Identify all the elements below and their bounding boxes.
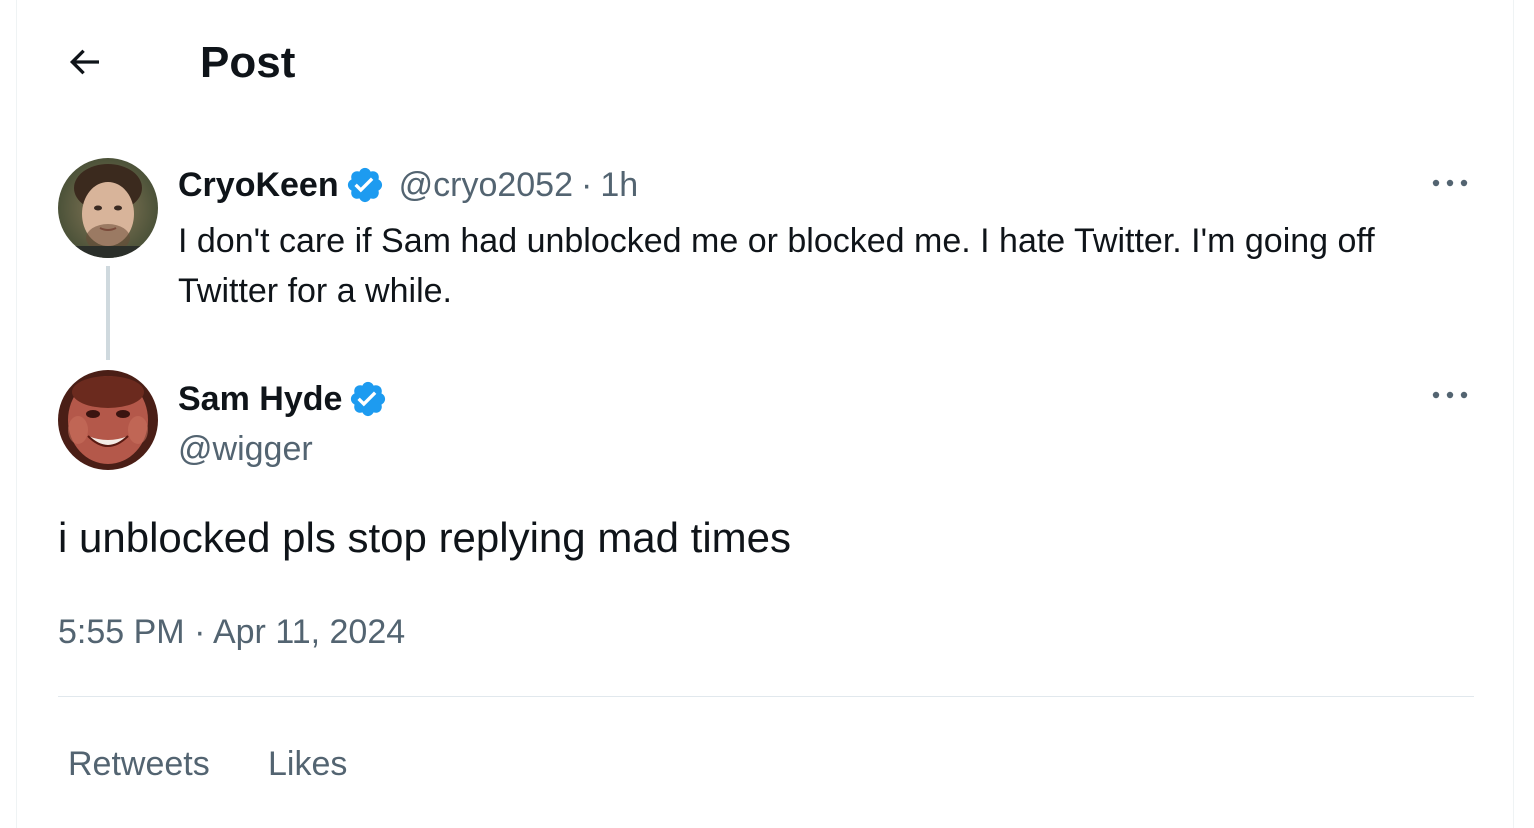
parent-post-text: I don't care if Sam had unblocked me or … [178, 222, 1375, 310]
main-post-handle-row: @wigger [178, 424, 313, 474]
display-name[interactable]: CryoKeen [178, 166, 339, 205]
user-handle[interactable]: @wigger [178, 430, 313, 469]
display-name[interactable]: Sam Hyde [178, 380, 342, 419]
divider [58, 696, 1474, 697]
avatar[interactable] [58, 370, 158, 470]
back-arrow-icon [69, 49, 99, 75]
back-button[interactable] [56, 36, 112, 88]
tab-likes[interactable]: Likes [268, 740, 347, 788]
verified-badge-icon[interactable] [348, 379, 388, 419]
post-timestamp[interactable]: 5:55 PM · Apr 11, 2024 [58, 608, 405, 656]
post-time[interactable]: 1h [600, 166, 638, 205]
thread-line [106, 266, 110, 360]
avatar[interactable] [58, 158, 158, 258]
main-post-text: i unblocked pls stop replying mad times [58, 514, 792, 561]
separator-dot: · [581, 165, 593, 204]
tab-retweets[interactable]: Retweets [68, 740, 210, 788]
avatar-cryokeen-image [58, 158, 158, 258]
main-post-header: Sam Hyde [178, 374, 388, 424]
user-handle[interactable]: @cryo2052 [399, 166, 573, 205]
avatar-samhyde-image [58, 370, 158, 470]
more-options-button[interactable] [1428, 380, 1472, 410]
more-options-button[interactable] [1428, 168, 1472, 198]
more-options-icon [1432, 391, 1468, 399]
page-title: Post [200, 38, 296, 87]
parent-post-header: CryoKeen @cryo2052 · 1h [178, 160, 638, 210]
verified-badge-icon[interactable] [345, 165, 385, 205]
more-options-icon [1432, 179, 1468, 187]
